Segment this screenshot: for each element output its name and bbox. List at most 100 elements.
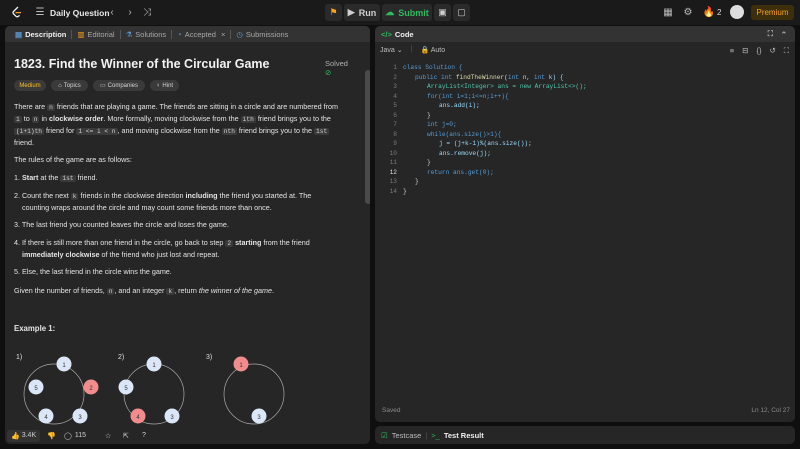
expand-icon[interactable]: ⛶ — [768, 29, 773, 39]
test-panel: ☑ Testcase | >_ Test Result — [375, 426, 795, 444]
description-icon: ▤ — [15, 29, 23, 39]
text: friend brings you to the — [257, 114, 331, 123]
inline-code: 2 — [225, 240, 234, 247]
lightbulb-icon: ♀ — [155, 82, 161, 89]
problem-list-icon[interactable]: ☰ — [34, 6, 46, 18]
text: to — [23, 114, 30, 123]
code-line: return ans.get(0); — [427, 168, 494, 176]
fullscreen-icon[interactable]: ⛶ — [784, 46, 789, 56]
next-problem-icon[interactable]: › — [124, 6, 136, 18]
comment-count: 115 — [74, 431, 87, 439]
text: 4. If there is still more than one frien… — [14, 238, 224, 247]
rule-4: 4. If there is still more than one frien… — [14, 237, 356, 260]
bold-text: starting — [235, 238, 262, 247]
auto-mode[interactable]: 🔒 Auto — [420, 46, 445, 54]
code-line: class Solution { — [403, 64, 463, 71]
inline-code: n — [47, 104, 55, 111]
star-icon[interactable]: ☆ — [105, 432, 111, 440]
like-button[interactable]: 👍 3.4K — [7, 429, 41, 442]
line-number: 6 — [393, 111, 397, 119]
run-button[interactable]: ▶ Run — [344, 4, 380, 21]
minimize-icon[interactable]: ⌃ — [781, 30, 787, 39]
scrollbar[interactable] — [365, 70, 370, 204]
daily-question-title[interactable]: Daily Question — [50, 8, 110, 18]
bold-text: immediately clockwise — [22, 250, 100, 259]
reset-icon[interactable]: ↺ — [769, 46, 775, 56]
text: friend brings you to the — [238, 126, 313, 135]
code-header: </> Code ⛶ ⌃ — [375, 26, 795, 42]
line-number: 7 — [393, 121, 397, 128]
bookmark-icon[interactable]: ⊟ — [742, 46, 748, 56]
submit-button[interactable]: ☁ Submit — [382, 4, 432, 21]
braces-icon[interactable]: {} — [756, 46, 761, 56]
layout-grid-icon[interactable]: ▦ — [662, 6, 674, 18]
shuffle-icon[interactable]: ⤨ — [141, 6, 153, 18]
code-line: j = (j+k-1)%(ans.size()); — [439, 140, 532, 147]
streak-counter[interactable]: 🔥 2 — [702, 6, 722, 18]
code-line: } — [427, 159, 431, 166]
submit-label: Submit — [398, 7, 429, 18]
tab-accepted[interactable]: ◔ Accepted × — [172, 26, 230, 42]
line-number: 11 — [389, 159, 397, 166]
clock-icon: ◷ — [236, 29, 243, 39]
description-paragraph: There are n friends that are playing a g… — [14, 101, 356, 148]
tab-description[interactable]: ▤ Description — [10, 26, 71, 42]
premium-label: Premium — [756, 8, 789, 17]
bold-text: Start — [22, 173, 39, 182]
difficulty-label: Medium — [19, 82, 41, 89]
tab-editorial[interactable]: ▥ Editorial — [72, 26, 119, 42]
thumbs-down-icon[interactable]: 👎 — [47, 432, 56, 440]
code-panel: </> Code ⛶ ⌃ Java ⌄ | 🔒 Auto ≡ ⊟ {} ↺ ⛶ … — [375, 26, 795, 422]
language-select[interactable]: Java ⌄ — [380, 46, 403, 54]
problem-title[interactable]: 1823. Find the Winner of the Circular Ga… — [14, 57, 270, 71]
debug-button[interactable]: ⚑ — [325, 4, 342, 21]
code-line: ans.remove(j); — [439, 149, 491, 157]
text: friend. — [77, 173, 98, 182]
premium-button[interactable]: Premium — [751, 5, 794, 20]
top-navbar: ☰ Daily Question ‹ › ⤨ ⚑ ▶ Run ☁ Submit … — [0, 0, 800, 25]
code-token: findTheWinner — [455, 73, 505, 81]
code-line: } — [415, 178, 419, 185]
notes-button[interactable]: ▣ — [434, 4, 451, 21]
tab-submissions[interactable]: ◷ Submissions — [231, 26, 293, 42]
solved-badge: Solved ⊘ — [325, 59, 356, 77]
code-line: } — [403, 187, 407, 195]
text: 2. Count the next — [14, 191, 69, 200]
prev-problem-icon[interactable]: ‹ — [106, 6, 118, 18]
tab-label: Editorial — [87, 29, 115, 39]
line-number: 13 — [389, 178, 397, 185]
terminal-icon: >_ — [431, 430, 440, 440]
text: at the — [40, 173, 59, 182]
text: . More formally, moving clockwise from t… — [103, 114, 239, 123]
tab-test-result[interactable]: Test Result — [444, 431, 484, 440]
settings-gear-icon[interactable]: ⚙ — [682, 6, 694, 18]
divider: | — [425, 430, 428, 440]
line-number: 4 — [393, 92, 397, 100]
tab-testcase[interactable]: Testcase — [392, 431, 422, 440]
hint-button[interactable]: ♀ Hint — [150, 80, 179, 91]
comment-button[interactable]: ▢ — [453, 4, 470, 21]
building-icon: ▭ — [99, 83, 106, 89]
like-count: 3.4K — [21, 432, 37, 439]
comments-button[interactable]: ◯ 115 — [64, 432, 86, 440]
help-icon[interactable]: ? — [142, 432, 146, 439]
hint-label: Hint — [162, 82, 174, 89]
text: the friend you started at. The — [219, 191, 312, 200]
text: from the friend — [263, 238, 310, 247]
tab-label: Solutions — [135, 29, 167, 39]
topics-button[interactable]: ⌂ Topics — [51, 80, 88, 91]
inline-code: 1st — [314, 128, 330, 135]
debug-icon: ⚑ — [329, 7, 338, 17]
format-icon[interactable]: ≡ — [730, 46, 734, 56]
tab-label: Accepted — [184, 29, 216, 39]
saved-status: Saved — [382, 407, 401, 414]
leetcode-logo-icon[interactable] — [11, 6, 23, 19]
tab-solutions[interactable]: ⚗ Solutions — [121, 26, 172, 42]
companies-button[interactable]: ▭ Companies — [93, 80, 145, 91]
close-icon[interactable]: × — [221, 30, 225, 39]
share-icon[interactable]: ⇱ — [123, 432, 129, 440]
tag-icon: ⌂ — [58, 82, 62, 89]
line-number: 14 — [389, 187, 397, 195]
code-icon: </> — [381, 29, 392, 39]
avatar[interactable] — [730, 5, 744, 19]
